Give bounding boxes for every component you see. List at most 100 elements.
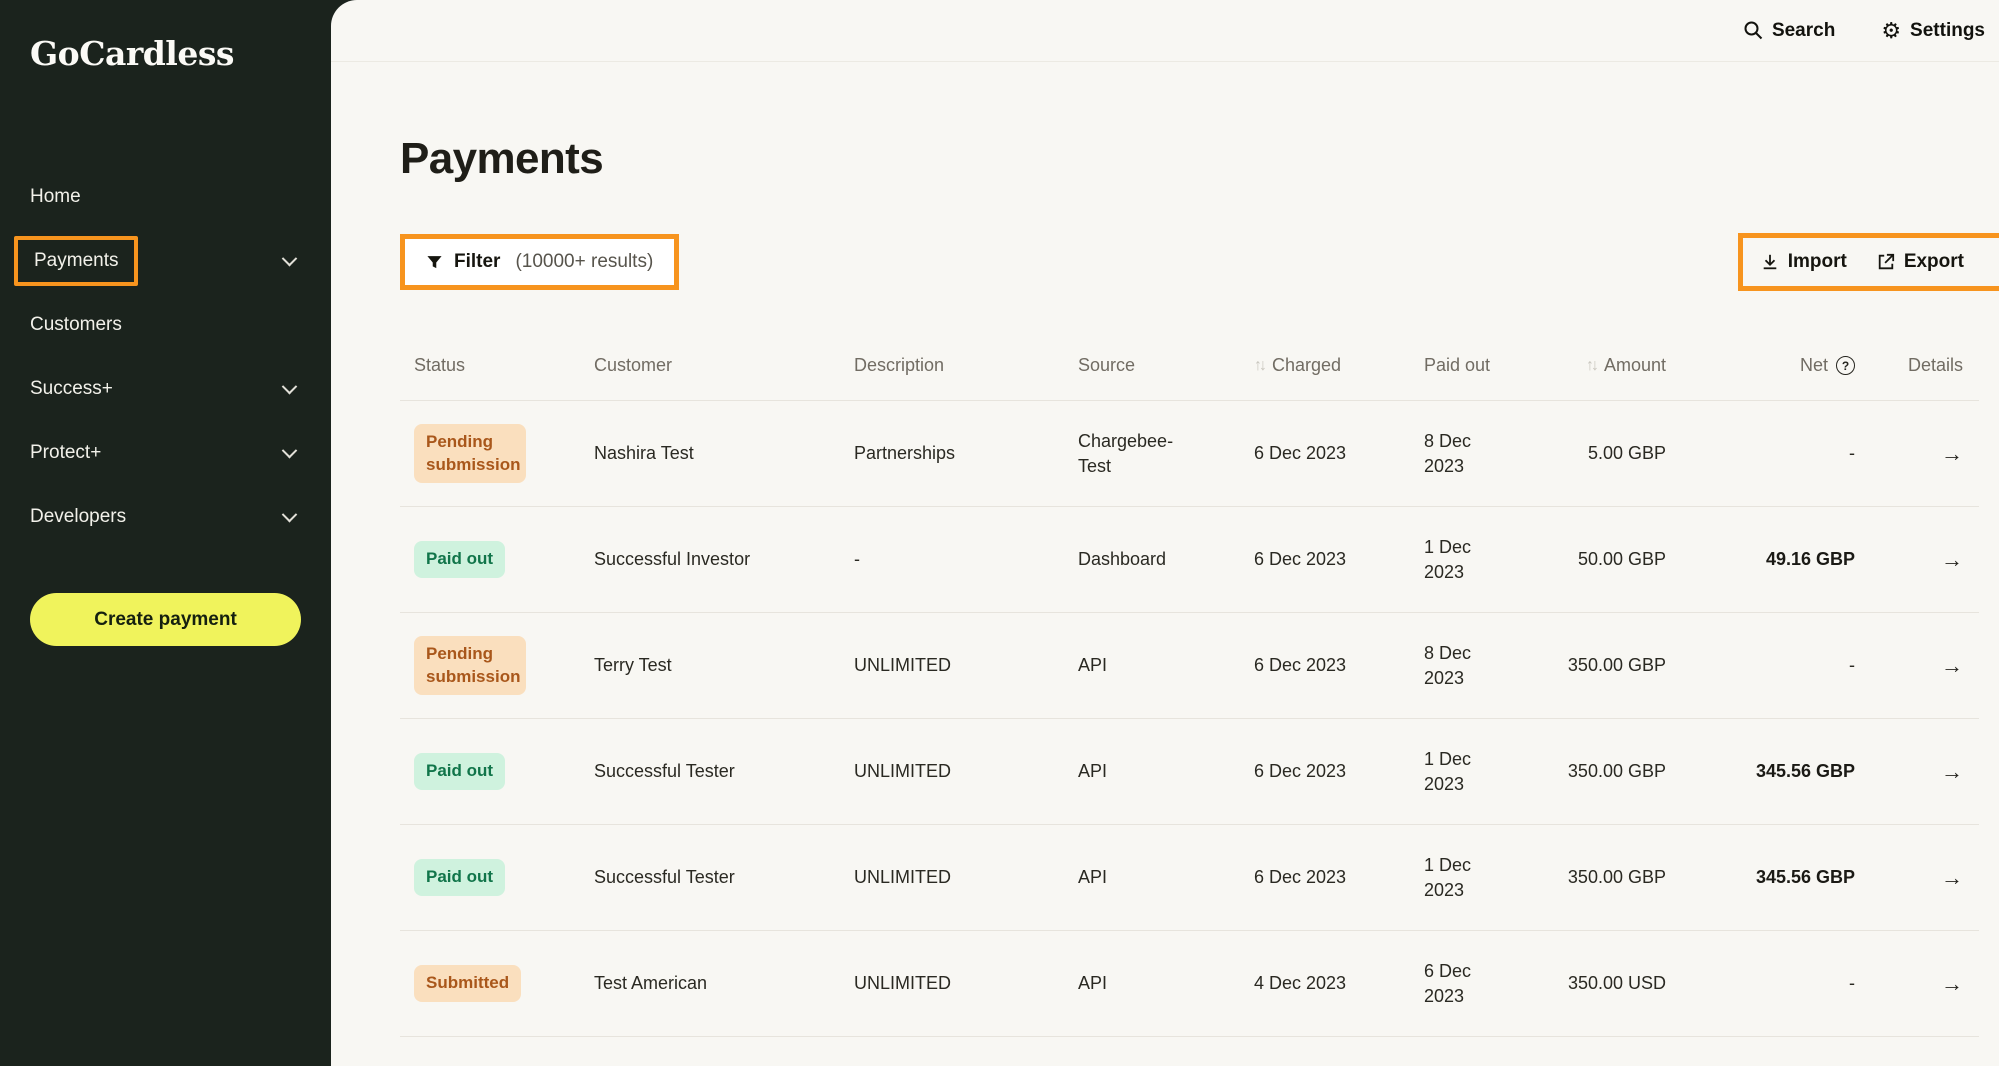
- column-header-status: Status: [400, 355, 580, 376]
- description-cell-value: UNLIMITED: [854, 655, 951, 675]
- export-button[interactable]: Export: [1877, 251, 1964, 273]
- filter-funnel-icon: [426, 254, 443, 271]
- description-cell: -: [840, 547, 1064, 571]
- gocardless-logo[interactable]: GoCardless: [30, 34, 234, 73]
- sidebar-item-home[interactable]: Home: [0, 165, 331, 229]
- export-external-link-icon: [1877, 253, 1895, 271]
- paid-out-date-cell-value: 1 Dec 2023: [1424, 747, 1486, 796]
- sidebar-item-protect[interactable]: Protect+: [0, 421, 331, 485]
- amount-cell: 350.00 GBP: [1550, 759, 1690, 783]
- paid-out-date-cell: 1 Dec 2023: [1410, 853, 1550, 902]
- charged-date-cell: 6 Dec 2023: [1240, 653, 1410, 677]
- column-header-label: Amount: [1604, 355, 1666, 376]
- details-cell: →: [1855, 651, 1975, 681]
- customer-cell-value: Successful Tester: [594, 761, 735, 781]
- column-header-source: Source: [1064, 355, 1240, 376]
- amount-cell-value: 50.00 GBP: [1578, 549, 1666, 569]
- charged-date-cell: 6 Dec 2023: [1240, 759, 1410, 783]
- description-cell: UNLIMITED: [840, 653, 1064, 677]
- search-button[interactable]: Search: [1744, 20, 1835, 42]
- amount-cell-value: 350.00 GBP: [1568, 761, 1666, 781]
- source-cell: API: [1064, 865, 1240, 889]
- column-header-label: Description: [854, 355, 944, 376]
- import-export-highlight-annotation: Import Export: [1738, 233, 1999, 291]
- status-badge: Paid out: [414, 859, 505, 896]
- source-cell: API: [1064, 971, 1240, 995]
- source-cell-value: Chargebee-Test: [1078, 429, 1190, 478]
- charged-date-cell-value: 6 Dec 2023: [1254, 867, 1346, 887]
- sidebar-item-payments[interactable]: Payments: [0, 229, 331, 293]
- gear-icon: ⚙: [1881, 20, 1901, 42]
- details-arrow-icon[interactable]: →: [1941, 653, 1963, 678]
- customer-cell-value: Test American: [594, 973, 707, 993]
- help-question-icon[interactable]: ?: [1836, 356, 1855, 375]
- import-button[interactable]: Import: [1761, 251, 1847, 273]
- import-icon: [1761, 253, 1779, 271]
- customer-cell: Successful Investor: [580, 547, 840, 571]
- chevron-down-icon: [282, 506, 298, 522]
- settings-label: Settings: [1910, 20, 1985, 42]
- source-cell-value: API: [1078, 865, 1107, 889]
- page-title: Payments: [400, 134, 1979, 184]
- sidebar-item-label: Success+: [30, 379, 113, 400]
- details-arrow-icon[interactable]: →: [1941, 865, 1963, 890]
- table-body: Pending submissionNashira TestPartnershi…: [400, 401, 1979, 1037]
- details-arrow-icon[interactable]: →: [1941, 759, 1963, 784]
- status-cell: Submitted: [400, 965, 580, 1002]
- sidebar-item-customers[interactable]: Customers: [0, 293, 331, 357]
- table-row[interactable]: Pending submissionNashira TestPartnershi…: [400, 401, 1979, 507]
- chevron-down-icon: [282, 442, 298, 458]
- status-cell: Paid out: [400, 541, 580, 578]
- sidebar-nav: Home Payments Customers Success+ Protect+Dev…: [0, 165, 331, 549]
- column-header-label: Charged: [1272, 355, 1341, 376]
- details-cell: →: [1855, 969, 1975, 999]
- net-cell: -: [1690, 441, 1855, 465]
- customer-cell-value: Successful Tester: [594, 867, 735, 887]
- description-cell-value: Partnerships: [854, 443, 955, 463]
- chevron-down-icon: [282, 250, 298, 266]
- table-row[interactable]: Paid outSuccessful TesterUNLIMITEDAPI6 D…: [400, 825, 1979, 931]
- column-header-label: Net: [1800, 355, 1828, 376]
- source-cell: API: [1064, 759, 1240, 783]
- column-header-paid-out: Paid out: [1410, 355, 1550, 376]
- column-header-charged[interactable]: ↑↓ Charged: [1240, 355, 1410, 376]
- column-header-label: Status: [414, 355, 465, 376]
- net-cell: 345.56 GBP: [1690, 865, 1855, 889]
- net-cell: 49.16 GBP: [1690, 547, 1855, 571]
- charged-date-cell: 6 Dec 2023: [1240, 865, 1410, 889]
- source-cell: Chargebee-Test: [1064, 429, 1240, 478]
- customer-cell: Successful Tester: [580, 759, 840, 783]
- column-header-details: Details: [1855, 355, 1975, 376]
- filter-highlight-annotation: Filter (10000+ results): [400, 234, 679, 290]
- table-row[interactable]: Pending submissionTerry TestUNLIMITEDAPI…: [400, 613, 1979, 719]
- status-cell: Paid out: [400, 753, 580, 790]
- table-row[interactable]: SubmittedTest AmericanUNLIMITEDAPI4 Dec …: [400, 931, 1979, 1037]
- table-header-row: StatusCustomerDescriptionSource↑↓Charged…: [400, 331, 1979, 401]
- sidebar-item-label: Payments: [14, 236, 138, 287]
- customer-cell-value: Successful Investor: [594, 549, 750, 569]
- column-header-amount[interactable]: ↑↓Amount: [1550, 355, 1690, 376]
- customer-cell: Test American: [580, 971, 840, 995]
- details-cell: →: [1855, 439, 1975, 469]
- sidebar-item-developers[interactable]: Developers: [0, 485, 331, 549]
- paid-out-date-cell-value: 8 Dec 2023: [1424, 641, 1486, 690]
- sidebar-item-success[interactable]: Success+: [0, 357, 331, 421]
- amount-cell-value: 350.00 GBP: [1568, 867, 1666, 887]
- filter-results-count: (10000+ results): [515, 251, 653, 273]
- net-cell: -: [1690, 971, 1855, 995]
- status-badge: Pending submission: [414, 636, 526, 696]
- create-payment-button[interactable]: Create payment: [30, 593, 301, 646]
- description-cell: UNLIMITED: [840, 971, 1064, 995]
- amount-cell: 5.00 GBP: [1550, 441, 1690, 465]
- paid-out-date-cell: 6 Dec 2023: [1410, 959, 1550, 1008]
- table-row[interactable]: Paid outSuccessful TesterUNLIMITEDAPI6 D…: [400, 719, 1979, 825]
- details-arrow-icon[interactable]: →: [1941, 441, 1963, 466]
- sort-arrows-icon: ↑↓: [1254, 357, 1264, 375]
- details-arrow-icon[interactable]: →: [1941, 971, 1963, 996]
- table-row[interactable]: Paid outSuccessful Investor-Dashboard6 D…: [400, 507, 1979, 613]
- paid-out-date-cell: 1 Dec 2023: [1410, 535, 1550, 584]
- amount-cell-value: 350.00 USD: [1568, 973, 1666, 993]
- details-arrow-icon[interactable]: →: [1941, 547, 1963, 572]
- settings-button[interactable]: ⚙ Settings: [1881, 20, 1985, 42]
- filter-button[interactable]: Filter (10000+ results): [405, 239, 674, 285]
